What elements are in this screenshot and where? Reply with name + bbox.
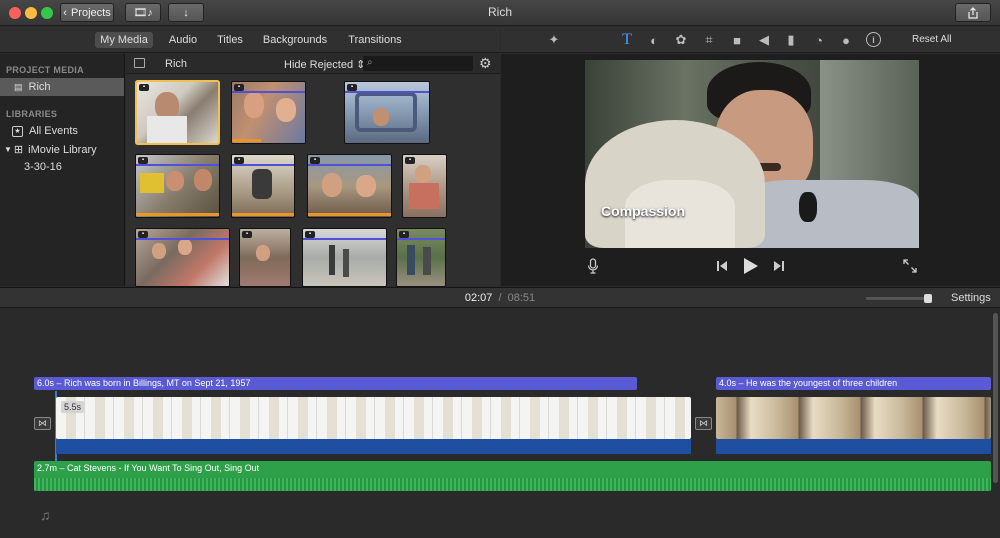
camera-icon: ▪ [234, 84, 244, 91]
libraries-header: LIBRARIES [6, 109, 58, 119]
timecode: 02:07 / 08:51 [0, 292, 1000, 304]
sidebar-item-all-events[interactable]: ★ All Events [12, 125, 78, 137]
video-clip-1[interactable]: 5.5s [56, 397, 691, 439]
disclosure-triangle-icon: ▼ [4, 145, 12, 154]
timecode-bar: 02:07 / 08:51 Settings [0, 287, 1000, 308]
title-clip-2[interactable]: 4.0s – He was the youngest of three chil… [716, 377, 991, 390]
media-thumbnail[interactable]: ▪ [136, 229, 229, 286]
camera-icon: ▪ [399, 231, 409, 238]
media-thumbnail[interactable]: ▪ [136, 155, 219, 217]
media-browser: Rich Hide Rejected ⇕ ⌕ ⚙ ▪ ▪ ▪ ▪ ▪ ▪ ▪ ▪… [126, 54, 500, 286]
timeline: 6.0s – Rich was born in Billings, MT on … [0, 309, 1000, 538]
sidebar-item-library[interactable]: ▼ ⊞ iMovie Library [4, 143, 97, 157]
media-tabs-bar: My Media Audio Titles Backgrounds Transi… [0, 27, 500, 53]
media-thumbnail[interactable]: ▪ [232, 155, 294, 217]
circles-icon[interactable]: ● [838, 31, 854, 49]
camera-icon[interactable]: ■ [729, 31, 745, 49]
share-icon [968, 6, 978, 19]
film-icon: ▤ [14, 81, 23, 92]
adjustments-bar: ✦ T ◐ ✿ ⌗ ■ ◀ ▮ ◔ ● i Reset All [501, 27, 1000, 53]
music-note-icon: ♫ [40, 507, 51, 523]
camera-icon: ▪ [405, 157, 415, 164]
search-icon: ⌕ [367, 57, 373, 68]
imovie-window: ‹ Projects 🎞♪ ↓ Rich My Media Audio Titl… [0, 0, 1000, 538]
libraries-sidebar: PROJECT MEDIA ▤ Rich LIBRARIES ★ All Eve… [0, 54, 125, 286]
color-balance-icon[interactable]: ◐ [646, 31, 662, 49]
timecode-total: 08:51 [507, 292, 536, 304]
crop-icon[interactable]: ⌗ [701, 31, 717, 49]
zoom-slider-knob[interactable] [924, 294, 932, 303]
share-button[interactable] [955, 3, 991, 22]
sidebar-item-event[interactable]: 3-30-16 [24, 161, 62, 173]
media-thumbnail[interactable]: ▪ [232, 82, 305, 143]
camera-icon: ▪ [242, 231, 252, 238]
timecode-current: 02:07 [464, 292, 493, 304]
media-thumbnail[interactable]: ▪ [397, 229, 445, 286]
title-clip-1[interactable]: 6.0s – Rich was born in Billings, MT on … [34, 377, 637, 390]
sidebar-item-project[interactable]: ▤ Rich [0, 78, 124, 96]
camera-icon: ▪ [234, 157, 244, 164]
window-title: Rich [487, 5, 512, 19]
info-icon[interactable]: i [866, 32, 881, 47]
sidebar-toggle-icon[interactable] [134, 58, 145, 68]
media-thumbnail[interactable]: ▪ [303, 229, 386, 286]
speaker-icon[interactable]: ◀ [756, 31, 772, 49]
media-thumbnail[interactable]: ▪ [240, 229, 290, 286]
transition-icon[interactable]: ⋈ [695, 417, 712, 430]
clip-1-audio[interactable] [56, 439, 691, 454]
viewer: Compassion [501, 54, 1000, 286]
tab-my-media[interactable]: My Media [95, 32, 153, 48]
equalizer-icon[interactable]: ▮ [783, 31, 799, 49]
browser-toolbar: Rich Hide Rejected ⇕ ⌕ ⚙ [126, 54, 500, 74]
clip-duration-badge: 5.5s [61, 401, 85, 413]
video-clip-2[interactable] [716, 397, 991, 439]
background-music-track[interactable]: 2.7m – Cat Stevens - If You Want To Sing… [34, 461, 991, 491]
settings-button[interactable]: Settings [951, 292, 991, 304]
music-waveform [34, 478, 991, 491]
palette-icon[interactable]: ✿ [673, 31, 689, 49]
viewer-title-caption[interactable]: Compassion [601, 203, 685, 219]
camera-icon: ▪ [138, 157, 148, 164]
media-thumbnail[interactable]: ▪ [308, 155, 391, 217]
speedometer-icon[interactable]: ◔ [811, 31, 827, 49]
media-thumbnail[interactable]: ▪ [403, 155, 446, 217]
camera-icon: ▪ [347, 84, 357, 91]
tab-backgrounds[interactable]: Backgrounds [260, 32, 330, 48]
grid-icon: ⊞ [13, 144, 24, 156]
reset-all-button[interactable]: Reset All [912, 34, 951, 45]
tab-titles[interactable]: Titles [210, 32, 250, 48]
transition-icon[interactable]: ⋈ [34, 417, 51, 430]
clip-2-audio[interactable] [716, 439, 991, 454]
music-track-label: 2.7m – Cat Stevens - If You Want To Sing… [37, 463, 260, 473]
title-bar: ‹ Projects 🎞♪ ↓ Rich [0, 0, 1000, 26]
viewer-video-frame[interactable]: Compassion [585, 60, 919, 248]
media-thumbnail[interactable]: ▪ [345, 82, 429, 143]
skip-forward-icon[interactable] [773, 260, 785, 272]
timecode-separator: / [498, 292, 502, 304]
magic-wand-icon[interactable]: ✦ [546, 31, 562, 49]
timeline-scrollbar[interactable] [993, 313, 998, 483]
camera-icon: ▪ [305, 231, 315, 238]
skip-back-icon[interactable] [716, 260, 728, 272]
star-icon: ★ [12, 125, 23, 137]
camera-icon: ▪ [310, 157, 320, 164]
camera-icon: ▪ [139, 84, 149, 91]
microphone-icon[interactable] [587, 258, 599, 274]
gear-icon[interactable]: ⚙ [479, 55, 492, 72]
clip-filmstrip-pattern [56, 397, 691, 439]
filter-popup[interactable]: Hide Rejected ⇕ [284, 58, 365, 71]
expand-icon[interactable] [903, 259, 917, 273]
play-icon[interactable] [743, 257, 759, 275]
text-T-icon[interactable]: T [619, 31, 635, 49]
zoom-slider[interactable] [866, 294, 932, 303]
tab-audio[interactable]: Audio [163, 32, 203, 48]
event-name: Rich [165, 58, 188, 70]
project-media-header: PROJECT MEDIA [6, 65, 84, 75]
tab-transitions[interactable]: Transitions [343, 32, 407, 48]
search-input[interactable]: ⌕ [363, 56, 473, 71]
camera-icon: ▪ [138, 231, 148, 238]
media-thumbnail[interactable]: ▪ [137, 82, 218, 143]
